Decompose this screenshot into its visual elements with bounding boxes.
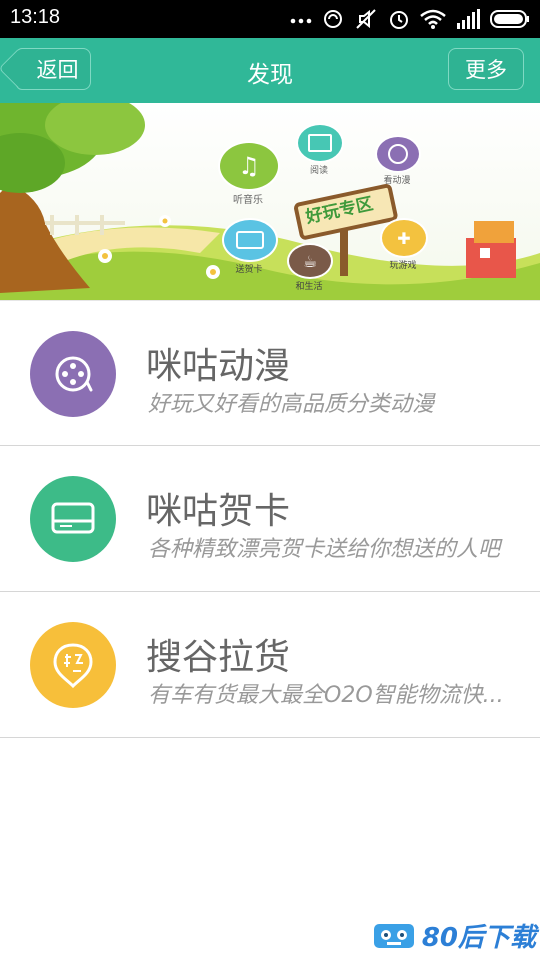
item-title: 咪咕动漫 (146, 346, 291, 387)
bubble-music-label: 听音乐 (233, 195, 263, 206)
item-title: 搜谷拉货 (146, 637, 291, 678)
bubble-life[interactable]: ☕ 和生活 (287, 243, 333, 292)
status-time: 13:18 (10, 6, 61, 28)
film-reel-icon (30, 331, 116, 417)
discover-list: 咪咕动漫 好玩又好看的高品质分类动漫 咪咕贺卡 各种精致漂亮贺卡送给你想送的人吧… (0, 300, 540, 738)
bubble-reading[interactable]: 阅读 (296, 123, 344, 176)
more-button[interactable]: 更多 (448, 48, 524, 90)
bubble-life-label: 和生活 (295, 282, 323, 292)
book-icon (296, 123, 344, 163)
sync-icon (324, 10, 342, 28)
bubble-reading-label: 阅读 (309, 166, 328, 176)
mute-icon (356, 9, 376, 29)
bubble-anime-label: 看动漫 (383, 176, 411, 186)
bubble-card-label: 送贺卡 (235, 265, 263, 275)
bubble-music[interactable]: ♫ 听音乐 (218, 141, 280, 206)
status-bar: 13:18 (0, 0, 540, 38)
bubble-anime[interactable]: 看动漫 (375, 135, 421, 186)
list-item-sougu-cargo[interactable]: 搜谷拉货 有车有货最大最全O2O智能物流快... (0, 592, 540, 738)
more-icon (290, 18, 312, 24)
music-icon: ♫ (218, 141, 280, 191)
promo-banner[interactable]: 好玩专区 ♫ 听音乐 阅读 看动漫 送贺卡 ☕ 和生活 ✚ 玩游戏 (0, 103, 540, 300)
signal-icon (457, 9, 480, 29)
bubble-card[interactable]: 送贺卡 (222, 218, 278, 275)
watermark-text: 80后下载 (421, 923, 536, 953)
cargo-tag-icon (30, 622, 116, 708)
card-icon (30, 476, 116, 562)
coffee-icon: ☕ (287, 243, 333, 279)
item-description: 好玩又好看的高品质分类动漫 (148, 392, 435, 417)
card-icon (222, 218, 278, 262)
battery-icon (490, 10, 529, 28)
film-icon (375, 135, 421, 173)
item-description: 各种精致漂亮贺卡送给你想送的人吧 (148, 537, 501, 562)
list-item-migu-card[interactable]: 咪咕贺卡 各种精致漂亮贺卡送给你想送的人吧 (0, 446, 540, 592)
item-description: 有车有货最大最全O2O智能物流快... (148, 683, 504, 708)
title-bar: 返回 发现 更多 (0, 38, 540, 103)
robot-logo-icon (373, 923, 414, 948)
list-item-migu-anime[interactable]: 咪咕动漫 好玩又好看的高品质分类动漫 (0, 300, 540, 446)
status-icons (290, 6, 530, 32)
item-title: 咪咕贺卡 (146, 491, 291, 532)
watermark: 80后下载 (372, 917, 536, 954)
bubble-game[interactable]: ✚ 玩游戏 (380, 218, 428, 271)
bubble-game-label: 玩游戏 (389, 261, 417, 271)
wifi-icon (420, 9, 446, 29)
alarm-icon (390, 11, 408, 29)
gamepad-icon: ✚ (380, 218, 428, 258)
